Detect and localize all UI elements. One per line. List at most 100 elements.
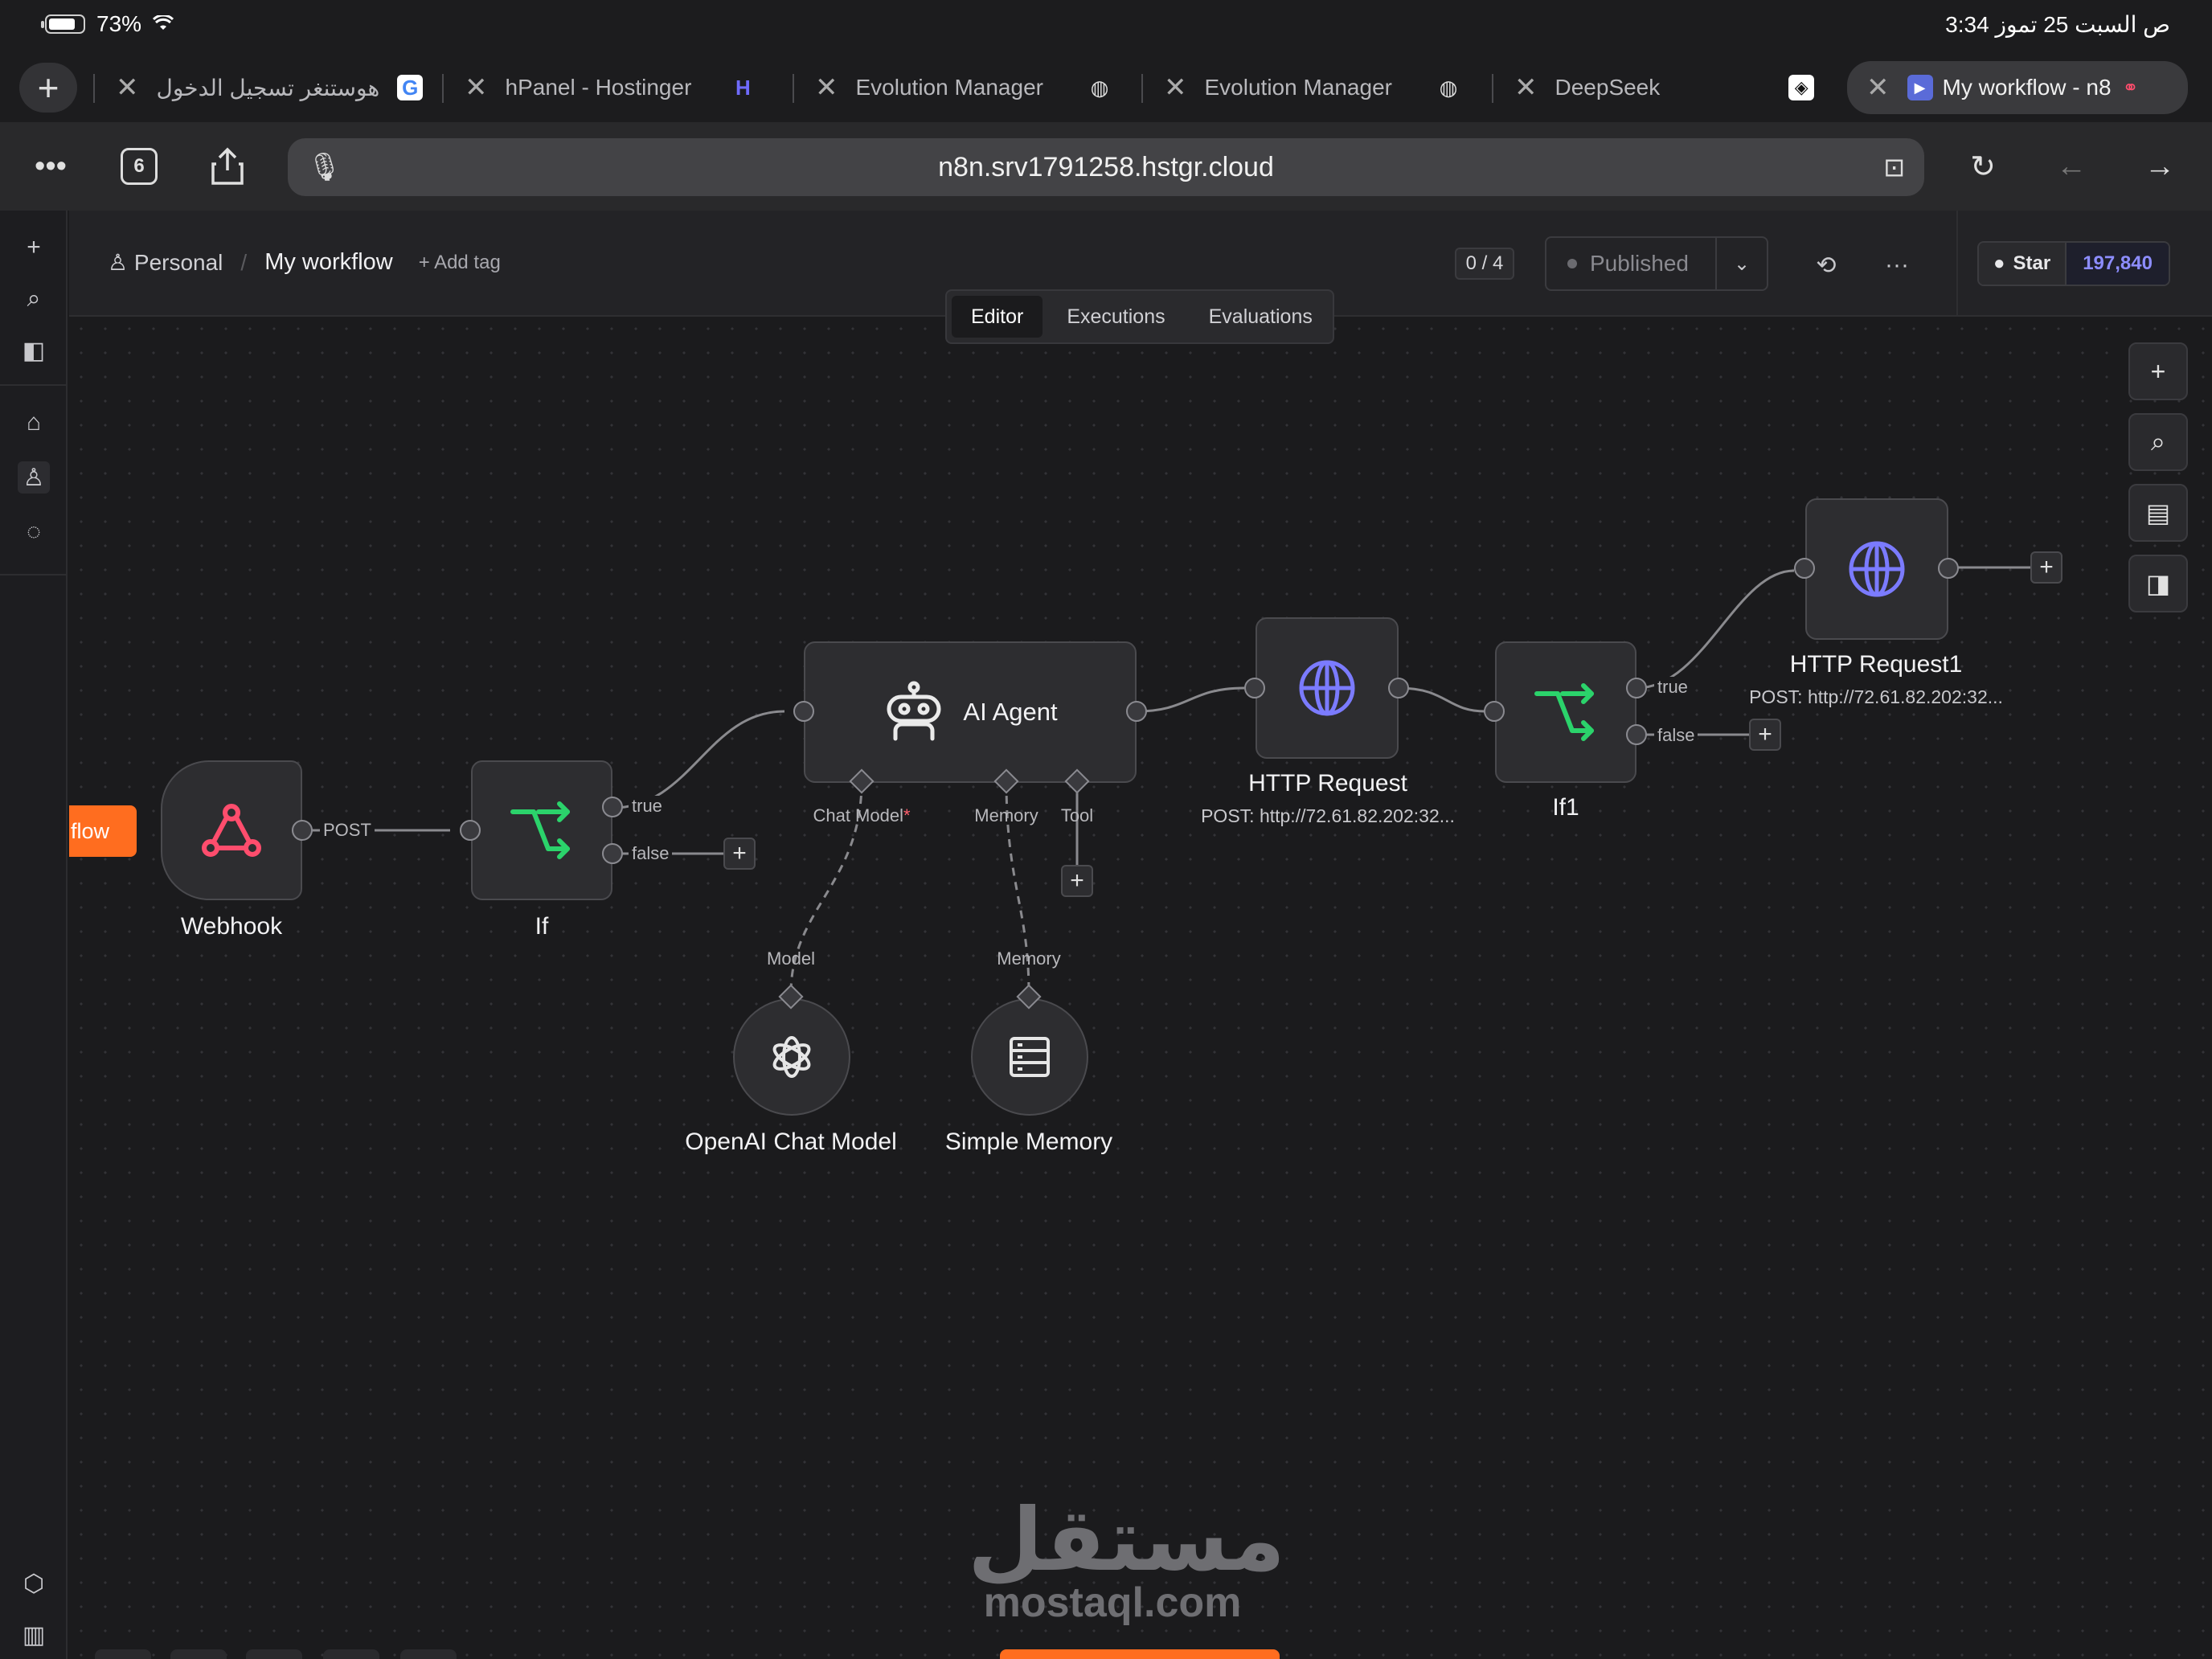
templates-cube-icon[interactable]: ⬡ (18, 1567, 50, 1600)
node-label-if: If (535, 913, 549, 940)
tab-title: Evolution Manager (1204, 75, 1392, 100)
tab-title: DeepSeek (1555, 75, 1661, 100)
close-icon[interactable]: ✕ (465, 72, 488, 104)
http-request-node[interactable] (1256, 617, 1399, 759)
view-tabs: Editor Executions Evaluations (945, 289, 1334, 344)
http1-input-port[interactable] (1794, 558, 1815, 579)
close-icon[interactable]: ✕ (815, 72, 838, 104)
back-arrow-icon[interactable]: ← (2043, 138, 2099, 195)
browser-tab-1[interactable]: ✕ hPanel - Hostinger H (465, 61, 756, 114)
agent-output-port[interactable] (1126, 701, 1147, 722)
project-link[interactable]: ♙ Personal (108, 249, 223, 276)
github-star-button[interactable]: ● Star 197,840 (1977, 241, 2170, 286)
browser-tab-0[interactable]: ✕ هوستنغر تسجيل الدخول G (116, 61, 424, 114)
chat-icon[interactable]: ◌ (18, 516, 50, 548)
personal-user-icon[interactable]: ♙ (18, 461, 50, 494)
close-icon[interactable]: ✕ (1164, 72, 1187, 104)
n8n-logo-icon: ⚭ (2122, 76, 2139, 99)
more-options-icon[interactable]: ··· (1879, 248, 1915, 283)
microphone-icon[interactable]: 🎙 (307, 151, 342, 183)
if-false-port[interactable] (602, 843, 623, 864)
more-icon[interactable]: ••• (23, 138, 79, 195)
status-dot (1567, 259, 1577, 268)
history-icon[interactable]: ⟲ (1809, 248, 1844, 283)
tidy-up-button[interactable] (400, 1649, 457, 1659)
insights-chart-icon[interactable]: ▥ (18, 1619, 50, 1651)
ai-agent-node[interactable]: AI Agent (804, 641, 1137, 783)
reload-icon[interactable]: ↻ (1955, 138, 2011, 195)
new-tab-button[interactable]: + (19, 63, 77, 113)
execute-workflow-button[interactable] (1000, 1649, 1280, 1659)
zoom-fit-button[interactable] (95, 1649, 151, 1659)
watermark-latin: mostaql.com (983, 1579, 1242, 1626)
zoom-reset-button[interactable] (323, 1649, 379, 1659)
node-subtitle-http-request: POST: http://72.61.82.202:32... (1201, 805, 1455, 826)
tab-executions[interactable]: Executions (1047, 296, 1184, 338)
webhook-output-port[interactable] (292, 820, 313, 841)
os-status-bar: 73% 3:34 ص السبت 25 تموز (0, 0, 2212, 53)
if1-false-port[interactable] (1626, 724, 1647, 745)
deepseek-icon: ◈ (1788, 75, 1815, 100)
workflow-side-button[interactable]: flow (69, 805, 137, 857)
watermark-arabic: مستقل (968, 1490, 1285, 1591)
google-icon: G (397, 75, 424, 100)
if-node[interactable] (471, 760, 612, 900)
if1-input-port[interactable] (1484, 701, 1505, 722)
publish-button[interactable]: Published ⌄ (1545, 236, 1768, 291)
add-tool-plus-button[interactable]: + (1061, 865, 1093, 897)
http-output-port[interactable] (1388, 678, 1409, 698)
zoom-in-button[interactable] (170, 1649, 227, 1659)
workflow-name[interactable]: My workflow (264, 249, 393, 276)
add-node-plus-button[interactable]: + (723, 838, 756, 870)
http-input-port[interactable] (1244, 678, 1265, 698)
simple-memory-node[interactable] (971, 998, 1088, 1116)
canvas-search-button[interactable]: ⌕ (2128, 413, 2188, 471)
url-field[interactable]: 🎙 n8n.srv1791258.hstgr.cloud ⊡ (288, 138, 1924, 196)
camera-scan-icon[interactable]: ⊡ (1883, 152, 1905, 182)
browser-tab-3[interactable]: ✕ Evolution Manager ◍ (1164, 61, 1461, 114)
home-icon[interactable]: ⌂ (18, 407, 50, 439)
wifi-icon (152, 11, 174, 37)
globe-icon (1849, 541, 1905, 597)
agent-input-port[interactable] (793, 701, 814, 722)
share-icon[interactable] (199, 138, 256, 195)
agent-title: AI Agent (963, 698, 1058, 726)
breadcrumb: ♙ Personal / My workflow + Add tag (108, 249, 501, 276)
tab-title: My workflow - n8 (1942, 75, 2112, 100)
panel-toggle-button[interactable]: ◨ (2128, 555, 2188, 612)
sticky-note-button[interactable]: ▤ (2128, 484, 2188, 542)
browser-tab-5-active[interactable]: ✕ ▶ My workflow - n8 ⚭ (1847, 61, 2188, 114)
http1-output-port[interactable] (1938, 558, 1959, 579)
create-plus-icon[interactable]: + (18, 231, 50, 264)
publish-status: Published (1590, 251, 1689, 276)
add-node-plus-button[interactable]: + (2030, 551, 2062, 584)
tab-title: hPanel - Hostinger (505, 75, 692, 100)
webhook-node[interactable] (161, 760, 302, 900)
globe-icon (1299, 660, 1355, 716)
chevron-down-icon[interactable]: ⌄ (1715, 238, 1767, 289)
forward-arrow-icon[interactable]: → (2132, 138, 2188, 195)
close-icon[interactable]: ✕ (116, 72, 139, 104)
tool-connector-label: Tool (1060, 805, 1094, 825)
zoom-out-button[interactable] (246, 1649, 302, 1659)
tab-editor[interactable]: Editor (952, 296, 1043, 338)
toggle-sidebar-icon[interactable]: ◧ (18, 334, 50, 367)
if1-true-port[interactable] (1626, 678, 1647, 698)
browser-tab-4[interactable]: ✕ DeepSeek ◈ (1514, 61, 1815, 114)
tabs-count: 6 (121, 148, 158, 185)
tabs-overview-button[interactable]: 6 (111, 138, 167, 195)
if-true-port[interactable] (602, 797, 623, 817)
search-icon[interactable]: ⌕ (18, 283, 50, 315)
clock: 3:34 ص السبت 25 تموز (1945, 12, 2170, 37)
tab-evaluations[interactable]: Evaluations (1190, 296, 1332, 338)
http-request1-node[interactable] (1805, 498, 1948, 640)
add-tag-button[interactable]: + Add tag (419, 252, 501, 274)
browser-tab-2[interactable]: ✕ Evolution Manager ◍ (815, 61, 1112, 114)
close-icon[interactable]: ✕ (1514, 72, 1538, 104)
if1-node[interactable] (1495, 641, 1636, 783)
openai-chat-model-node[interactable] (733, 998, 850, 1116)
if-input-port[interactable] (460, 820, 481, 841)
add-node-tool-button[interactable]: + (2128, 342, 2188, 400)
close-icon[interactable]: ✕ (1866, 72, 1890, 104)
add-node-plus-button[interactable]: + (1749, 719, 1781, 751)
